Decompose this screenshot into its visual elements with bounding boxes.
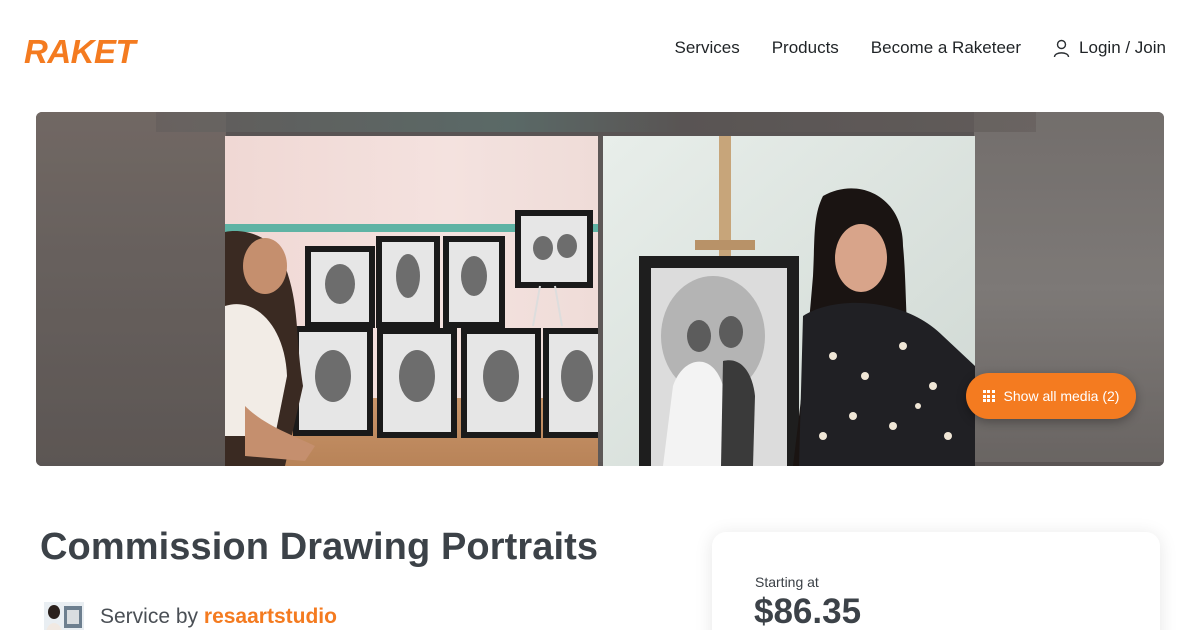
byline-prefix: Service by (100, 605, 199, 628)
price-label: Starting at (755, 574, 819, 590)
nav-become-raketeer[interactable]: Become a Raketeer (871, 38, 1021, 58)
show-all-media-label: Show all media (2) (1003, 388, 1120, 404)
price-value: $86.35 (754, 592, 862, 630)
raket-logo[interactable]: RAKET (24, 30, 160, 70)
nav-services[interactable]: Services (675, 38, 740, 58)
show-all-media-button[interactable]: Show all media (2) (966, 373, 1136, 419)
service-title: Commission Drawing Portraits (40, 526, 599, 568)
pricing-card: Starting at $86.35 (712, 532, 1160, 630)
nav-products[interactable]: Products (772, 38, 839, 58)
wedding-portrait-photo[interactable] (603, 136, 975, 466)
user-icon (1053, 39, 1070, 57)
login-join-link[interactable]: Login / Join (1053, 38, 1166, 58)
login-join-label: Login / Join (1079, 38, 1166, 57)
byline-text: Service by resaartstudio (100, 605, 337, 629)
seller-avatar[interactable] (44, 602, 84, 630)
seller-name-link[interactable]: resaartstudio (204, 605, 337, 628)
main-nav: Services Products Become a Raketeer Logi… (675, 38, 1166, 58)
media-gallery[interactable]: Show all media (2) (36, 112, 1164, 466)
service-byline: Service by resaartstudio (44, 602, 337, 630)
site-header: RAKET Services Products Become a Raketee… (0, 0, 1200, 100)
grid-icon (982, 390, 995, 402)
portrait-display-photo[interactable] (225, 136, 598, 466)
svg-text:RAKET: RAKET (24, 33, 139, 70)
